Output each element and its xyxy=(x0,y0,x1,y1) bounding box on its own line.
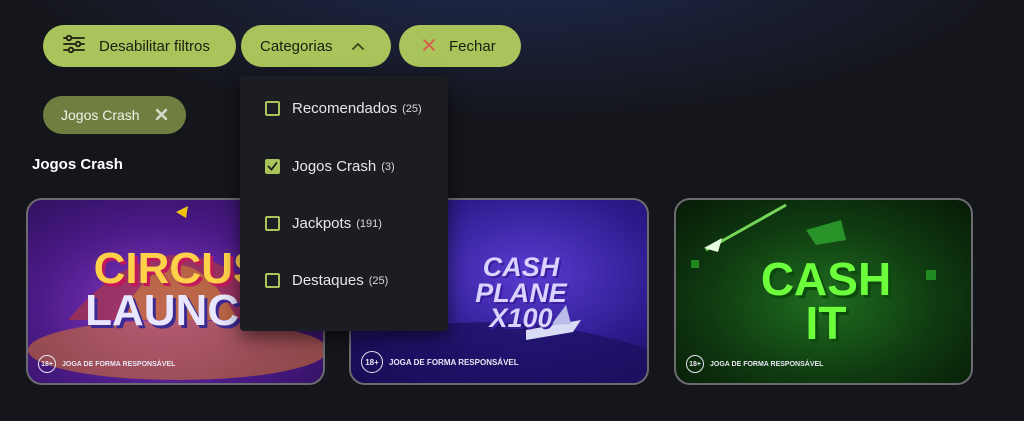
sliders-icon xyxy=(63,34,85,57)
game-logo: CASH PLANE X100 xyxy=(431,252,611,334)
notice-text: JOGA DE FORMA RESPONSÁVEL xyxy=(389,357,519,367)
responsible-notice: 18+ JOGA DE FORMA RESPONSÁVEL xyxy=(686,355,823,373)
logo-line-1: CASH xyxy=(760,253,892,305)
game-card-cash-it[interactable]: CASH IT 18+ JOGA DE FORMA RESPONSÁVEL xyxy=(674,198,973,385)
close-icon xyxy=(423,38,435,55)
disable-filters-button[interactable]: Desabilitar filtros xyxy=(43,25,236,67)
disable-filters-label: Desabilitar filtros xyxy=(99,37,210,55)
category-option-jackpots[interactable]: Jackpots (191) xyxy=(265,215,382,232)
category-count: (3) xyxy=(381,160,395,173)
category-label: Jackpots xyxy=(292,215,352,232)
age-badge: 18+ xyxy=(361,351,383,373)
active-filter-label: Jogos Crash xyxy=(61,107,140,123)
category-count: (191) xyxy=(356,217,382,230)
check-icon xyxy=(267,162,278,171)
age-badge: 18+ xyxy=(686,355,704,373)
game-logo: CASH IT xyxy=(736,253,916,349)
categories-button[interactable]: Categorias xyxy=(241,25,391,67)
category-count: (25) xyxy=(368,274,389,287)
responsible-notice: 18+ JOGA DE FORMA RESPONSÁVEL xyxy=(361,351,519,373)
checkbox[interactable] xyxy=(265,216,280,231)
close-button[interactable]: Fechar xyxy=(399,25,521,67)
chevron-up-icon xyxy=(351,38,365,55)
responsible-notice: 18+ JOGA DE FORMA RESPONSÁVEL xyxy=(38,355,175,373)
categories-label: Categorias xyxy=(260,37,333,55)
category-label: Destaques xyxy=(292,272,364,289)
category-label: Recomendados xyxy=(292,100,398,117)
checkbox[interactable] xyxy=(265,273,280,288)
notice-text: JOGA DE FORMA RESPONSÁVEL xyxy=(62,360,176,368)
logo-line-1: CASH xyxy=(482,252,560,282)
active-filter-chip[interactable]: Jogos Crash xyxy=(43,96,186,134)
category-label: Jogos Crash xyxy=(292,158,377,175)
categories-dropdown: Recomendados (25) Jogos Crash (3) Jackpo… xyxy=(240,76,448,331)
category-option-recomendados[interactable]: Recomendados (25) xyxy=(265,100,422,117)
age-badge: 18+ xyxy=(38,355,56,373)
logo-line-3: X100 xyxy=(489,303,553,334)
checkbox[interactable] xyxy=(265,101,280,116)
category-option-jogos-crash[interactable]: Jogos Crash (3) xyxy=(265,158,395,175)
logo-line-2: IT xyxy=(805,296,847,349)
checkbox-checked[interactable] xyxy=(265,159,280,174)
category-count: (25) xyxy=(402,102,422,115)
close-label: Fechar xyxy=(449,37,496,55)
section-title: Jogos Crash xyxy=(32,156,123,173)
chip-remove-icon[interactable] xyxy=(155,108,168,124)
category-option-destaques[interactable]: Destaques (25) xyxy=(265,272,388,289)
notice-text: JOGA DE FORMA RESPONSÁVEL xyxy=(710,360,824,368)
